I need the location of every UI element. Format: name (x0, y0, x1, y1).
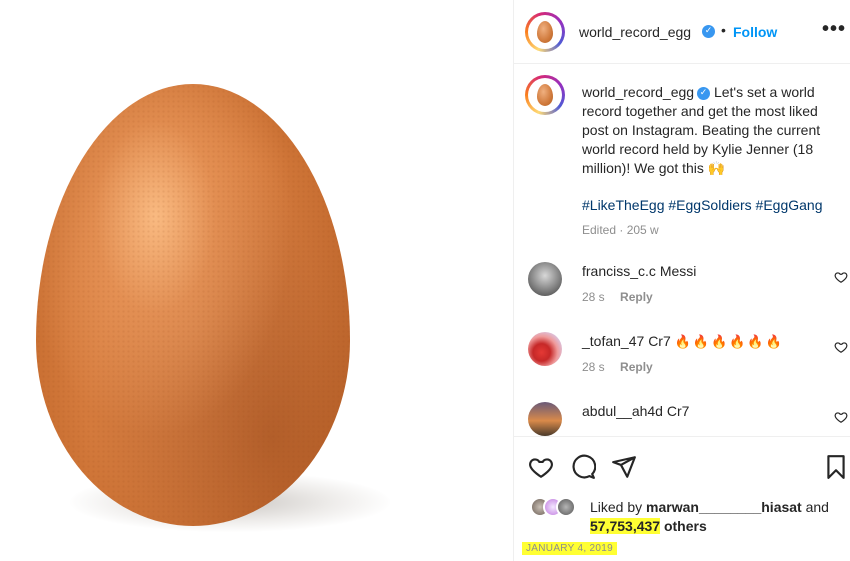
reply-button[interactable]: Reply (620, 290, 653, 304)
header-username[interactable]: world_record_egg (579, 24, 691, 40)
comment-meta: 28 s Reply (582, 290, 653, 304)
liked-by-prefix: Liked by (590, 499, 643, 515)
liked-by-and: and (805, 499, 829, 515)
comment-meta: 28 s Reply (582, 360, 653, 374)
egg-avatar-icon (537, 84, 553, 106)
fire-emoji: 🔥🔥🔥🔥🔥🔥 (674, 334, 784, 349)
post-actions: Liked by marwan________hiasat and 57,753… (514, 436, 850, 561)
likes-summary: Liked by marwan________hiasat and 57,753… (590, 498, 840, 536)
egg-texture (36, 84, 350, 526)
egg-photo (36, 84, 350, 526)
heart-outline-icon[interactable] (834, 410, 848, 424)
likes-count[interactable]: 57,753,437 (590, 518, 661, 534)
comments-scroll-area[interactable]: world_record_egg ✓ Let's set a world reco… (514, 64, 850, 436)
more-options-icon[interactable]: ••• (822, 18, 846, 41)
liked-by-avatars[interactable] (530, 497, 586, 519)
caption-avatar[interactable] (525, 75, 565, 115)
comment-text: Messi (659, 263, 697, 279)
reply-button[interactable]: Reply (620, 360, 653, 374)
comment-item: abdul__ah4d Cr7 (514, 402, 850, 436)
comment-username[interactable]: _tofan_47 (582, 333, 644, 349)
avatar[interactable] (528, 262, 562, 296)
heart-outline-icon[interactable] (834, 340, 848, 354)
edited-timestamp: Edited · 205 w (582, 223, 659, 237)
hashtags-link[interactable]: #LikeTheEgg #EggSoldiers #EggGang (582, 197, 823, 213)
send-icon[interactable] (611, 454, 637, 480)
comment-text-row: _tofan_47 Cr7 🔥🔥🔥🔥🔥🔥 (582, 333, 784, 350)
comment-time: 28 s (582, 290, 605, 304)
post-caption: world_record_egg ✓ Let's set a world reco… (582, 83, 837, 178)
post-date[interactable]: JANUARY 4, 2019 (522, 542, 617, 555)
comment-item: _tofan_47 Cr7 🔥🔥🔥🔥🔥🔥 28 s Reply (514, 332, 850, 402)
comment-text: Cr7 (648, 333, 671, 349)
comment-text: Cr7 (666, 403, 690, 419)
avatar (556, 497, 576, 517)
post-image[interactable] (0, 0, 513, 561)
follow-button[interactable]: Follow (733, 24, 777, 40)
avatar[interactable] (528, 332, 562, 366)
liked-by-username[interactable]: marwan________hiasat (646, 499, 802, 515)
comment-text-row: abdul__ah4d Cr7 (582, 403, 689, 419)
verified-badge-icon: ✓ (702, 25, 715, 38)
heart-icon[interactable] (528, 454, 554, 480)
likes-others[interactable]: others (664, 518, 707, 534)
avatar[interactable] (528, 402, 562, 436)
dot-separator: • (721, 22, 726, 38)
comment-icon[interactable] (570, 454, 596, 480)
verified-badge-icon: ✓ (697, 86, 711, 100)
egg-avatar-icon (537, 21, 553, 43)
comment-username[interactable]: abdul__ah4d (582, 403, 663, 419)
bookmark-icon[interactable] (823, 454, 849, 480)
caption-username[interactable]: world_record_egg (582, 84, 694, 100)
profile-avatar[interactable] (525, 12, 565, 52)
comment-item: franciss_c.c Messi 28 s Reply (514, 262, 850, 332)
avatar-inner (528, 78, 562, 112)
comment-time: 28 s (582, 360, 605, 374)
post-header: world_record_egg ✓ • Follow ••• (514, 0, 850, 64)
heart-outline-icon[interactable] (834, 270, 848, 284)
avatar-inner (528, 15, 562, 49)
comment-text-row: franciss_c.c Messi (582, 263, 696, 279)
post-side-panel: world_record_egg ✓ • Follow ••• world_re… (514, 0, 850, 561)
comment-username[interactable]: franciss_c.c (582, 263, 656, 279)
